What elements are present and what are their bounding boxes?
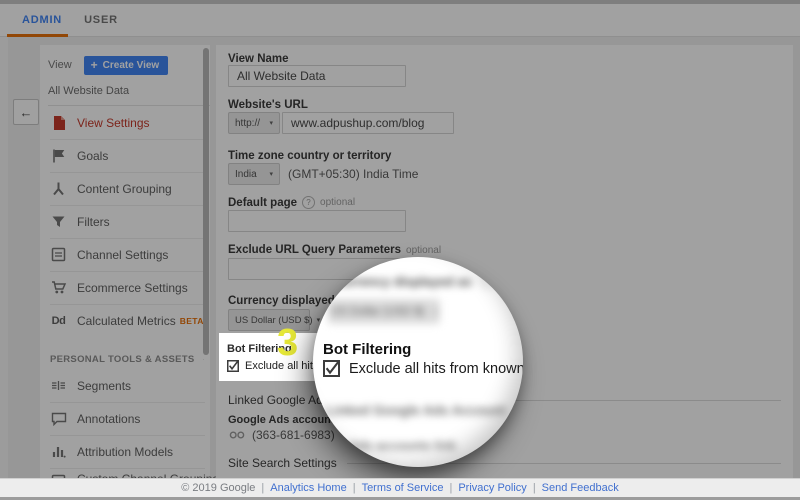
step-number-3: 3 xyxy=(277,324,298,362)
help-icon: ? xyxy=(480,275,493,288)
magnified-checkbox-row[interactable]: Exclude all hits from known bot xyxy=(323,360,523,377)
magnified-bot-filtering-title: Bot Filtering xyxy=(323,341,411,358)
footer-separator: | xyxy=(449,482,452,494)
chevron-down-icon: ▾ xyxy=(434,308,438,316)
magnified-linked-ads-blurred: Linked Google Ads Account xyxy=(326,403,506,418)
footer-link-privacy[interactable]: Privacy Policy xyxy=(458,482,526,494)
magnifier-circle: Currency displayed as ? US Dollar (USD $… xyxy=(313,257,523,467)
magnified-currency-select-blurred: US Dollar (USD $) ▾ xyxy=(328,299,440,324)
bot-filtering-checkbox-row[interactable]: Exclude all hits f xyxy=(227,360,324,372)
footer-separator: | xyxy=(353,482,356,494)
checked-checkbox-icon[interactable] xyxy=(227,360,239,372)
footer-link-analytics-home[interactable]: Analytics Home xyxy=(270,482,346,494)
footer-link-terms[interactable]: Terms of Service xyxy=(362,482,444,494)
footer-separator: | xyxy=(533,482,536,494)
magnified-currency-label-blurred: Currency displayed as ? xyxy=(333,274,493,289)
footer-separator: | xyxy=(261,482,264,494)
copyright-text: © 2019 Google xyxy=(181,482,255,494)
footer: © 2019 Google | Analytics Home | Terms o… xyxy=(0,478,800,497)
footer-link-feedback[interactable]: Send Feedback xyxy=(542,482,619,494)
checked-checkbox-icon[interactable] xyxy=(323,360,340,377)
checkbox-label: Exclude all hits from known bot xyxy=(349,361,523,377)
magnified-accounts-blurred: Ads accounts link xyxy=(349,439,456,453)
ga-admin-screen: ADMIN USER ← View + Create View All Webs… xyxy=(0,0,800,500)
bot-filtering-spotlight: Bot Filtering Exclude all hits f xyxy=(219,333,319,381)
